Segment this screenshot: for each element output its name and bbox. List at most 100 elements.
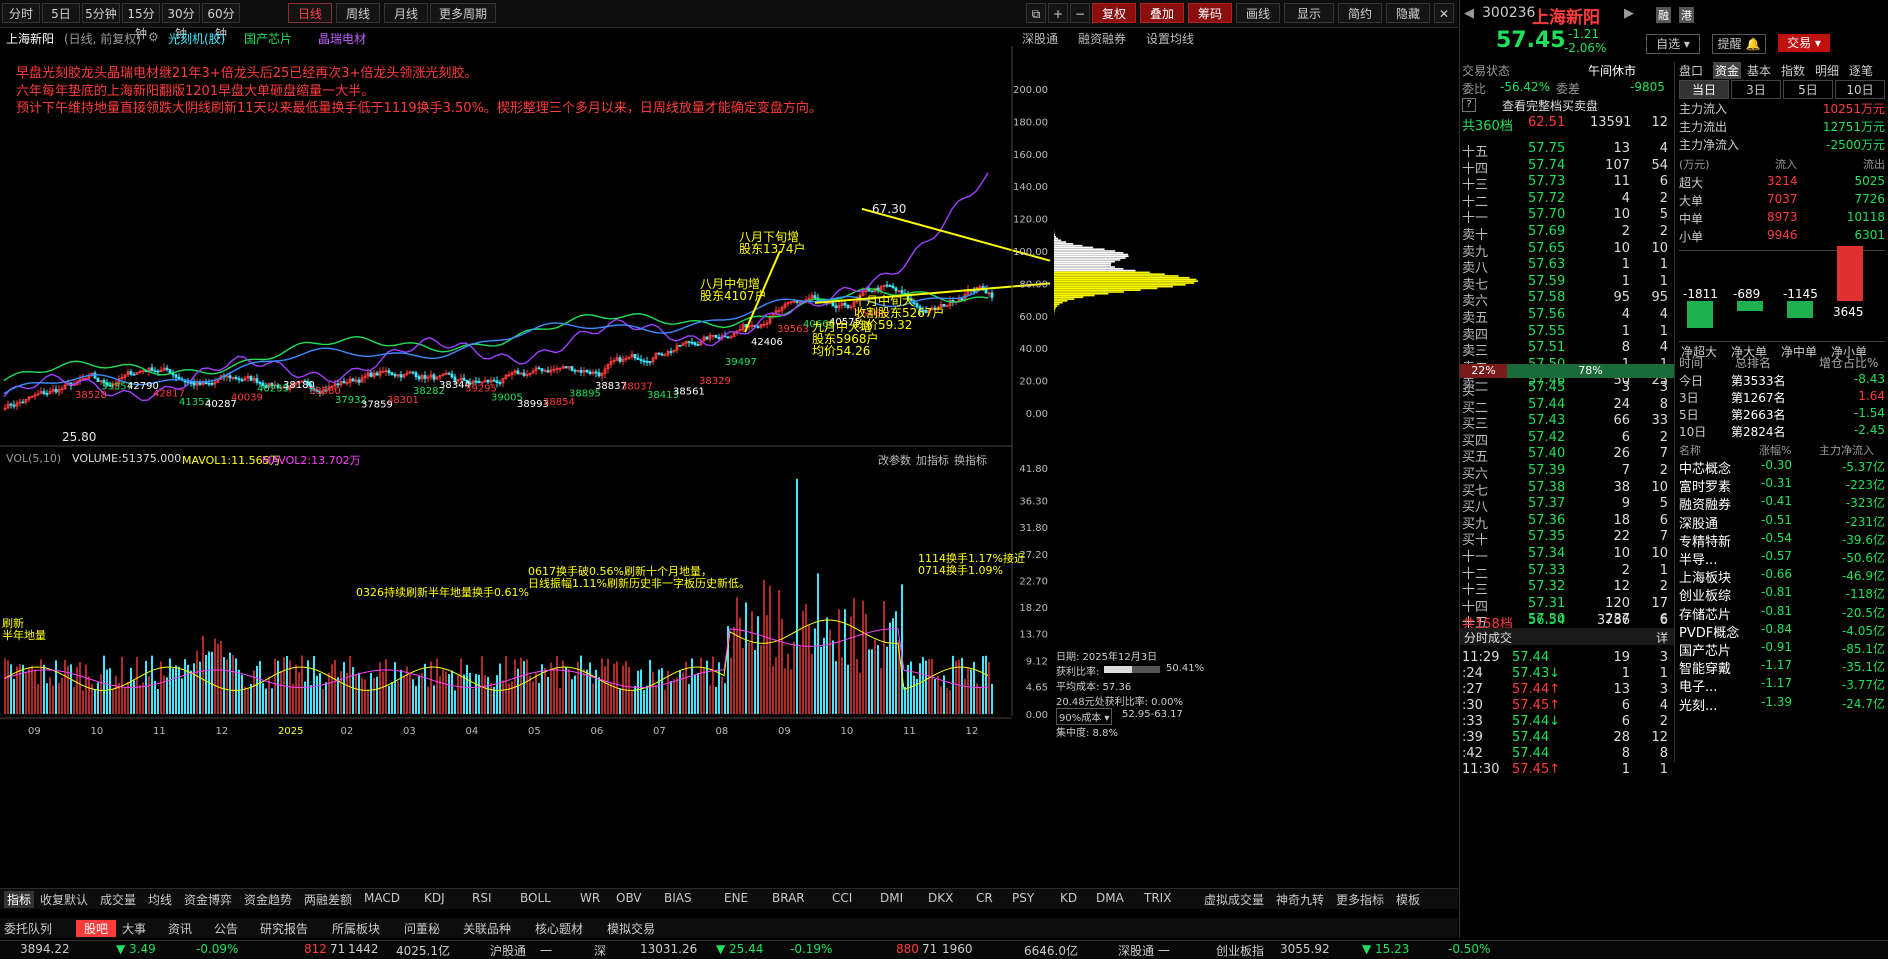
- ticks-detail-button[interactable]: 详: [1656, 629, 1668, 646]
- fund-period-1[interactable]: 3日: [1731, 80, 1781, 99]
- indicator-24[interactable]: 虚拟成交量: [1204, 891, 1264, 908]
- period-monthly[interactable]: 月线: [384, 3, 428, 23]
- fund-tab-3[interactable]: 指数: [1781, 62, 1805, 79]
- fund-tab-0[interactable]: 盘口: [1679, 62, 1703, 79]
- indicator-18[interactable]: DKX: [928, 891, 953, 905]
- alert-button[interactable]: 提醒 🔔: [1712, 34, 1766, 54]
- sector-name[interactable]: 专精特新: [1679, 531, 1731, 550]
- indicator-15[interactable]: BRAR: [772, 891, 805, 905]
- fuquan-button[interactable]: 复权: [1092, 3, 1136, 23]
- sector-name[interactable]: 半导...: [1679, 549, 1717, 568]
- indicator-16[interactable]: CCI: [832, 891, 852, 905]
- info-tab-8[interactable]: 关联品种: [463, 920, 511, 937]
- info-tab-0[interactable]: 委托队列: [4, 920, 52, 937]
- fund-tab-4[interactable]: 明细: [1815, 62, 1839, 79]
- indicator-27[interactable]: 模板: [1396, 891, 1420, 908]
- view-full-orderbook[interactable]: 查看完整档买卖盘: [1502, 97, 1598, 114]
- sector-name[interactable]: 电子...: [1679, 676, 1717, 695]
- gear-icon[interactable]: ⚙: [148, 30, 159, 44]
- nav-right-icon[interactable]: ▶: [1624, 6, 1634, 21]
- sector-name[interactable]: 富时罗素: [1679, 476, 1731, 495]
- indicator-22[interactable]: DMA: [1096, 891, 1124, 905]
- link-swap-indicator[interactable]: 换指标: [954, 452, 987, 468]
- link-add-indicator[interactable]: 加指标: [916, 452, 949, 468]
- overlay-guochanxinpian[interactable]: 国产芯片: [244, 30, 292, 47]
- zoom-out-icon[interactable]: −: [1070, 3, 1090, 23]
- display-button[interactable]: 显示: [1284, 3, 1334, 23]
- hide-button[interactable]: 隐藏: [1386, 3, 1430, 23]
- close-icon[interactable]: ✕: [1434, 3, 1454, 23]
- fund-period-0[interactable]: 当日: [1679, 80, 1729, 99]
- indicator-1[interactable]: 收复默认: [40, 891, 88, 908]
- indicator-8[interactable]: KDJ: [424, 891, 445, 905]
- sector-name[interactable]: 智能穿戴: [1679, 658, 1731, 677]
- link-rongzi[interactable]: 融资融券: [1078, 30, 1126, 47]
- period-fenshi[interactable]: 分时: [2, 3, 40, 23]
- indicator-3[interactable]: 均线: [148, 891, 172, 908]
- period-30min[interactable]: 30分钟: [162, 3, 200, 23]
- overlay-button[interactable]: 叠加: [1140, 3, 1184, 23]
- indicator-5[interactable]: 资金趋势: [244, 891, 292, 908]
- sector-name[interactable]: 国产芯片: [1679, 640, 1731, 659]
- indicator-10[interactable]: BOLL: [520, 891, 551, 905]
- fund-period-2[interactable]: 5日: [1783, 80, 1833, 99]
- indicator-6[interactable]: 两融差额: [304, 891, 352, 908]
- sector-name[interactable]: PVDF概念: [1679, 622, 1739, 641]
- info-tab-1[interactable]: 股吧: [76, 920, 116, 937]
- window-icon[interactable]: ⧉: [1026, 3, 1046, 23]
- fund-tab-5[interactable]: 逐笔: [1849, 62, 1873, 79]
- period-60min[interactable]: 60分钟: [202, 3, 240, 23]
- indicator-7[interactable]: MACD: [364, 891, 400, 905]
- simple-button[interactable]: 简约: [1338, 3, 1382, 23]
- info-tab-2[interactable]: 大事: [122, 920, 146, 937]
- info-tab-10[interactable]: 模拟交易: [607, 920, 655, 937]
- period-daily[interactable]: 日线: [288, 3, 332, 23]
- info-tab-4[interactable]: 公告: [214, 920, 238, 937]
- indicator-20[interactable]: PSY: [1012, 891, 1034, 905]
- help-icon[interactable]: ?: [1462, 98, 1476, 112]
- info-tab-6[interactable]: 所属板块: [332, 920, 380, 937]
- overlay-guangkeji[interactable]: 光刻机(胶): [168, 30, 225, 47]
- indicator-21[interactable]: KD: [1060, 891, 1077, 905]
- chips-button[interactable]: 筹码: [1188, 3, 1232, 23]
- link-edit-params[interactable]: 改参数: [878, 452, 911, 468]
- fund-period-3[interactable]: 10日: [1835, 80, 1885, 99]
- fund-tab-2[interactable]: 基本: [1747, 62, 1771, 79]
- period-5day[interactable]: 5日: [42, 3, 80, 23]
- indicator-14[interactable]: ENE: [724, 891, 748, 905]
- info-tab-3[interactable]: 资讯: [168, 920, 192, 937]
- period-15min[interactable]: 15分钟: [122, 3, 160, 23]
- fund-tab-1[interactable]: 资金: [1713, 62, 1741, 79]
- sector-name[interactable]: 融资融券: [1679, 494, 1731, 513]
- sector-name[interactable]: 存储芯片: [1679, 604, 1731, 623]
- period-5min[interactable]: 5分钟: [82, 3, 120, 23]
- sector-name[interactable]: 深股通: [1679, 513, 1718, 532]
- indicator-23[interactable]: TRIX: [1144, 891, 1171, 905]
- info-tab-9[interactable]: 核心题材: [535, 920, 583, 937]
- sector-name[interactable]: 创业板综: [1679, 585, 1731, 604]
- info-tab-5[interactable]: 研究报告: [260, 920, 308, 937]
- trade-button[interactable]: 交易 ▾: [1778, 34, 1830, 52]
- indicator-11[interactable]: WR: [580, 891, 600, 905]
- indicator-25[interactable]: 神奇九转: [1276, 891, 1324, 908]
- info-tab-7[interactable]: 问董秘: [404, 920, 440, 937]
- indicator-19[interactable]: CR: [976, 891, 993, 905]
- indicator-9[interactable]: RSI: [472, 891, 492, 905]
- sector-name[interactable]: 光刻...: [1679, 695, 1717, 714]
- link-set-ma[interactable]: 设置均线: [1146, 30, 1194, 47]
- indicator-26[interactable]: 更多指标: [1336, 891, 1384, 908]
- indicator-12[interactable]: OBV: [616, 891, 642, 905]
- nav-left-icon[interactable]: ◀: [1464, 6, 1474, 21]
- zoom-in-icon[interactable]: +: [1048, 3, 1068, 23]
- indicator-2[interactable]: 成交量: [100, 891, 136, 908]
- indicator-4[interactable]: 资金博弈: [184, 891, 232, 908]
- link-shengutong[interactable]: 深股通: [1022, 30, 1058, 47]
- draw-line-button[interactable]: 画线: [1236, 3, 1280, 23]
- overlay-jingrui[interactable]: 晶瑞电材: [318, 30, 366, 47]
- period-more-dropdown[interactable]: 更多周期: [430, 3, 496, 23]
- watchlist-button[interactable]: 自选 ▾: [1646, 34, 1700, 54]
- indicator-0[interactable]: 指标: [4, 891, 34, 908]
- sector-name[interactable]: 上海板块: [1679, 567, 1731, 586]
- period-weekly[interactable]: 周线: [336, 3, 380, 23]
- sector-name[interactable]: 中芯概念: [1679, 458, 1731, 477]
